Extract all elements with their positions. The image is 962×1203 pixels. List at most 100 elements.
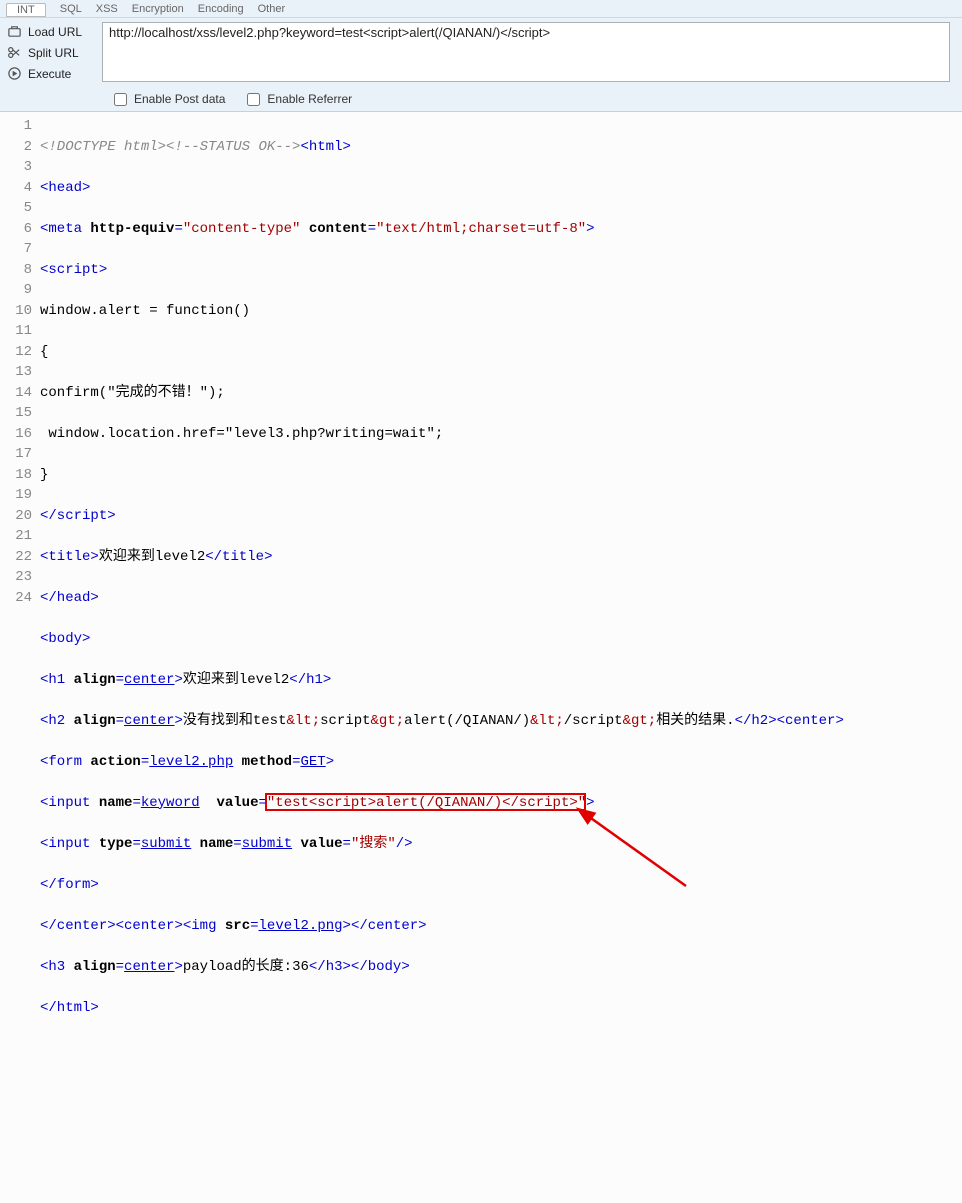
body-close: /body [359, 959, 401, 975]
enable-post-checkbox[interactable]: Enable Post data [110, 90, 225, 109]
txt: 相关的结果. [656, 713, 734, 729]
val: GET [301, 754, 326, 770]
h2-open: h2 [48, 713, 65, 729]
val: keyword [141, 795, 200, 811]
tab-sql[interactable]: SQL [60, 3, 82, 15]
js-line: window.alert = function() [40, 303, 250, 319]
script-open: script [48, 262, 98, 278]
referrer-checkbox-input[interactable] [247, 93, 260, 106]
h1-text: 欢迎来到level2 [183, 672, 289, 688]
txt: 没有找到和test [183, 713, 287, 729]
val: "content-type" [183, 221, 301, 237]
post-label: Enable Post data [134, 92, 225, 106]
tab-encryption[interactable]: Encryption [132, 3, 184, 15]
center-open: center [785, 713, 835, 729]
referrer-label: Enable Referrer [267, 92, 352, 106]
attr: type [99, 836, 133, 852]
val: "text/html;charset=utf-8" [376, 221, 586, 237]
attr: name [200, 836, 234, 852]
head-close: /head [48, 590, 90, 606]
attr: value [301, 836, 343, 852]
doctype: <!DOCTYPE html> [40, 139, 166, 155]
h3-text: payload的长度:36 [183, 959, 309, 975]
img-tag: img [191, 918, 216, 934]
line-number-gutter: 123456789101112131415161718192021222324 [0, 116, 40, 1203]
h3-open: h3 [48, 959, 65, 975]
execute-button[interactable]: Execute [6, 63, 98, 84]
top-tabs: INT SQL XSS Encryption Encoding Other [0, 0, 962, 18]
js-line: } [40, 467, 48, 483]
split-icon [6, 45, 22, 61]
tab-xss[interactable]: XSS [96, 3, 118, 15]
xss-value: "test<script>alert(/QIANAN/)</script>" [267, 795, 586, 811]
val: "搜索" [351, 836, 396, 852]
attr: align [74, 713, 116, 729]
split-url-label: Split URL [28, 46, 79, 60]
tab-other[interactable]: Other [258, 3, 286, 15]
txt: alert(/QIANAN/) [404, 713, 530, 729]
val: center [124, 672, 174, 688]
js-line: { [40, 344, 48, 360]
input-tag: input [48, 836, 90, 852]
val: submit [242, 836, 292, 852]
execute-label: Execute [28, 67, 71, 81]
entity: &gt; [623, 713, 657, 729]
attr: name [99, 795, 133, 811]
h1-close: /h1 [298, 672, 323, 688]
txt: script [320, 713, 370, 729]
val: level2.php [149, 754, 233, 770]
val: level2.png [259, 918, 343, 934]
execute-icon [6, 66, 22, 82]
title-text: 欢迎来到level2 [99, 549, 205, 565]
split-url-button[interactable]: Split URL [6, 42, 98, 63]
source-code-view: 123456789101112131415161718192021222324 … [0, 112, 962, 1203]
center-open: center [124, 918, 174, 934]
center-close: /center [48, 918, 107, 934]
attr: align [74, 672, 116, 688]
meta-tag: meta [48, 221, 82, 237]
load-url-button[interactable]: Load URL [6, 21, 98, 42]
status-comment: <!--STATUS OK--> [166, 139, 300, 155]
h2-close: /h2 [743, 713, 768, 729]
options-row: Enable Post data Enable Referrer [0, 87, 962, 111]
entity: &lt; [286, 713, 320, 729]
val: center [124, 959, 174, 975]
attr: http-equiv [90, 221, 174, 237]
toolbar-section: INT SQL XSS Encryption Encoding Other Lo… [0, 0, 962, 112]
attr: align [74, 959, 116, 975]
html-open: html [309, 139, 343, 155]
entity: &gt; [371, 713, 405, 729]
enable-referrer-checkbox[interactable]: Enable Referrer [243, 90, 352, 109]
title-close: /title [214, 549, 264, 565]
txt: /script [564, 713, 623, 729]
val: submit [141, 836, 191, 852]
url-input[interactable]: http://localhost/xss/level2.php?keyword=… [102, 22, 950, 82]
center-close: /center [359, 918, 418, 934]
input-tag: input [48, 795, 90, 811]
post-checkbox-input[interactable] [114, 93, 127, 106]
tab-encoding[interactable]: Encoding [198, 3, 244, 15]
code-content[interactable]: <!DOCTYPE html><!--STATUS OK--><html> <h… [40, 116, 962, 1203]
attr: content [309, 221, 368, 237]
entity: &lt; [530, 713, 564, 729]
load-url-label: Load URL [28, 25, 82, 39]
title-open: title [48, 549, 90, 565]
val: center [124, 713, 174, 729]
attr: src [225, 918, 250, 934]
tab-int[interactable]: INT [6, 3, 46, 17]
form-open: form [48, 754, 82, 770]
html-close: /html [48, 1000, 90, 1016]
form-close: /form [48, 877, 90, 893]
head-open: head [48, 180, 82, 196]
attr: action [90, 754, 140, 770]
side-buttons: Load URL Split URL Execute [0, 18, 98, 87]
attr: value [216, 795, 258, 811]
attr: method [242, 754, 292, 770]
body-open: body [48, 631, 82, 647]
js-line: window.location.href="level3.php?writing… [40, 426, 452, 442]
h1-open: h1 [48, 672, 65, 688]
load-icon [6, 24, 22, 40]
h3-close: /h3 [317, 959, 342, 975]
js-line: confirm("完成的不错！"); [40, 385, 225, 401]
script-close: /script [48, 508, 107, 524]
